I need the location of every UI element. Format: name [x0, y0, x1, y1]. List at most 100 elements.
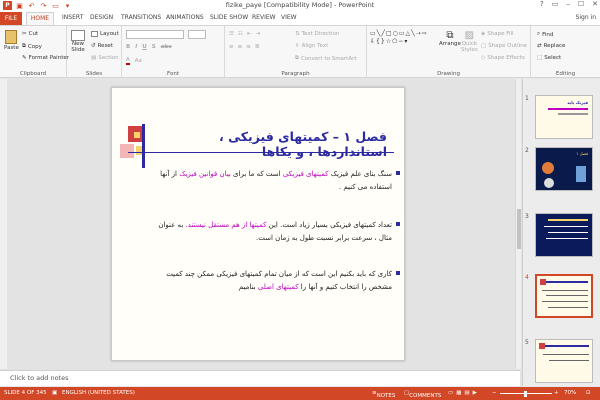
circle-shape-icon[interactable]: ○: [393, 30, 398, 37]
bracket-shape-icon[interactable]: {: [376, 38, 380, 45]
tab-home[interactable]: HOME: [26, 12, 54, 25]
align-right-icon[interactable]: ≡: [246, 44, 251, 50]
tab-transitions[interactable]: TRANSITIONS: [121, 14, 161, 21]
thumbnail-title: فصل ۱: [576, 151, 588, 156]
thumbnail-slide-1[interactable]: 1 فیزیک پایه: [535, 95, 593, 139]
minimize-button[interactable]: –: [566, 0, 570, 8]
numbering-icon[interactable]: ☷: [238, 31, 243, 37]
reset-icon: ↺: [91, 43, 96, 49]
alignment-buttons[interactable]: ≡ ≡ ≡ ≣: [229, 44, 259, 50]
close-button[interactable]: ✕: [592, 0, 598, 8]
thumbnail-slide-2[interactable]: فصل ۱: [535, 147, 593, 191]
view-buttons[interactable]: ▭▦▤▶: [448, 390, 480, 396]
maximize-button[interactable]: ☐: [578, 0, 584, 8]
tab-file[interactable]: FILE: [0, 12, 22, 25]
section-button[interactable]: ▤ Section: [91, 55, 119, 61]
cut-button[interactable]: ✂ Cut: [22, 31, 38, 37]
current-slide[interactable]: فصل ۱ – کمیتهای فیزیکی ، استانداردها ، و…: [111, 87, 405, 361]
more-shapes-icon[interactable]: ▾: [404, 38, 407, 45]
pentagon-shape-icon[interactable]: ⬠: [392, 38, 397, 45]
bold-icon[interactable]: B: [126, 44, 130, 50]
font-color-icon[interactable]: A: [126, 57, 130, 65]
shape-outline-button[interactable]: ▢ Shape Outline: [481, 43, 527, 49]
shape-fill-button[interactable]: ◈ Shape Fill: [481, 31, 514, 37]
help-button[interactable]: ?: [540, 0, 544, 8]
align-text-button[interactable]: ⇳ Align Text: [295, 43, 328, 49]
line-shape-icon-3[interactable]: ╲: [411, 30, 415, 37]
quick-styles-button[interactable]: ▨ Quick Styles: [461, 30, 478, 53]
indent-icon[interactable]: ⇤: [247, 31, 252, 37]
star-shape-icon[interactable]: ☆: [386, 38, 391, 45]
tab-review[interactable]: REVIEW: [252, 14, 276, 21]
arrow-right-shape-icon[interactable]: ⇨: [422, 30, 427, 37]
bullet-3[interactable]: کاری که باید بکنیم این است که از میان تم…: [146, 268, 400, 294]
bullet-1[interactable]: سنگ بنای علم فیزیک کمیتهای فیزیکی است که…: [146, 168, 400, 194]
format-painter-button[interactable]: ✎ Format Painter: [22, 55, 69, 61]
strikethrough-icon[interactable]: abc: [161, 44, 172, 50]
rect-shape-icon[interactable]: ▭: [399, 30, 405, 37]
curve-shape-icon[interactable]: ∽: [398, 38, 403, 45]
tab-design[interactable]: DESIGN: [90, 14, 113, 21]
fit-slide-icon[interactable]: ⊡: [586, 390, 591, 396]
italic-icon[interactable]: I: [135, 44, 137, 50]
language-indicator[interactable]: ENGLISH (UNITED STATES): [62, 390, 135, 396]
thumbnail-pane-collapsed[interactable]: [0, 79, 7, 369]
paste-button[interactable]: Paste: [4, 30, 19, 51]
rectangle-shape-icon[interactable]: ▭: [370, 30, 376, 37]
bullets-icon[interactable]: ☰: [229, 31, 234, 37]
slide-title[interactable]: فصل ۱ – کمیتهای فیزیکی ، استانداردها ، و…: [164, 129, 387, 159]
font-size-select[interactable]: [188, 30, 206, 39]
layout-button[interactable]: Layout: [91, 31, 119, 37]
ribbon-display-button[interactable]: ▭: [552, 0, 559, 8]
zoom-slider-handle[interactable]: [524, 391, 527, 397]
font-family-select[interactable]: [126, 30, 184, 39]
justify-icon[interactable]: ≣: [255, 44, 260, 50]
new-slide-button[interactable]: New Slide: [71, 30, 85, 53]
convert-smartart-button[interactable]: ⧉ Convert to SmartArt: [295, 55, 357, 62]
thumbnail-slide-4-selected[interactable]: [535, 274, 593, 318]
tab-view[interactable]: VIEW: [281, 14, 297, 21]
case-icon[interactable]: Aa: [135, 58, 142, 64]
vertical-scrollbar[interactable]: [515, 79, 521, 369]
list-buttons[interactable]: ☰ ☷ ⇤ ⇥: [229, 31, 260, 37]
find-button[interactable]: ⌕ Find: [537, 31, 553, 38]
reset-button[interactable]: ↺ Reset: [91, 43, 113, 49]
notes-button[interactable]: ≡ NOTES: [372, 390, 395, 399]
sign-in-link[interactable]: Sign in: [576, 14, 596, 21]
bracket-shape-icon-2[interactable]: }: [381, 38, 385, 45]
zoom-level[interactable]: 70%: [564, 390, 576, 396]
notes-pane[interactable]: Click to add notes: [0, 370, 520, 386]
outdent-icon[interactable]: ⇥: [255, 31, 260, 37]
comments-button[interactable]: ▢ COMMENTS: [404, 390, 441, 399]
square-shape-icon[interactable]: □: [386, 30, 392, 37]
text-direction-button[interactable]: ⇅ Text Direction: [295, 31, 339, 37]
line-shape-icon-2[interactable]: ╱: [381, 30, 385, 37]
scrollbar-thumb[interactable]: [517, 209, 521, 249]
zoom-out-button[interactable]: −: [492, 390, 497, 396]
triangle-shape-icon[interactable]: △: [406, 30, 411, 37]
arrange-button[interactable]: ⧉ Arrange: [439, 30, 461, 47]
bullet-2[interactable]: تعداد کمیتهای فیزیکی بسیار زیاد است. این…: [146, 219, 400, 245]
arrow-shape-icon[interactable]: ➝: [416, 30, 421, 37]
smartart-icon: ⧉: [295, 55, 299, 61]
tab-animations[interactable]: ANIMATIONS: [166, 14, 204, 21]
copy-button[interactable]: ⧉ Copy: [22, 43, 42, 50]
tab-insert[interactable]: INSERT: [62, 14, 83, 21]
font-format-buttons[interactable]: B I U Sabc: [126, 44, 172, 50]
line-shape-icon[interactable]: ╲: [377, 30, 381, 37]
spellcheck-icon[interactable]: ▣: [52, 390, 57, 396]
arrow-down-shape-icon[interactable]: ⇩: [370, 38, 375, 45]
shape-effects-button[interactable]: ◇ Shape Effects: [481, 55, 525, 61]
thumbnail-slide-3[interactable]: [535, 213, 593, 257]
align-center-icon[interactable]: ≡: [238, 44, 243, 50]
thumbnail-slide-5[interactable]: [535, 339, 593, 383]
tab-slide-show[interactable]: SLIDE SHOW: [210, 14, 248, 21]
shapes-gallery[interactable]: ▭ ╲ ╱ □ ○ ▭ △ ╲ ➝ ⇨ ⇩{} ☆ ⬠ ∽ ▾: [370, 30, 430, 45]
font-color-buttons[interactable]: A Aa: [126, 57, 142, 65]
select-button[interactable]: ⬚ Select: [537, 55, 561, 61]
align-left-icon[interactable]: ≡: [229, 44, 234, 50]
replace-button[interactable]: ⇄ Replace: [537, 43, 565, 49]
zoom-in-button[interactable]: +: [554, 390, 559, 396]
underline-icon[interactable]: U: [142, 44, 146, 50]
shadow-icon[interactable]: S: [152, 44, 156, 50]
